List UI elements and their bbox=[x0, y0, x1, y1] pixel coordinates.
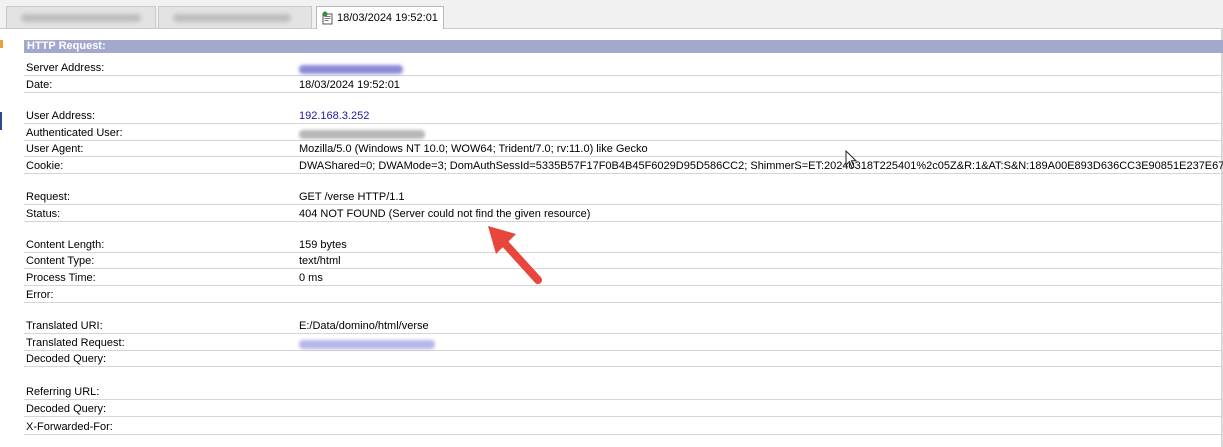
row-date: Date: 18/03/2024 19:52:01 bbox=[24, 77, 1223, 93]
field-value-redacted bbox=[299, 127, 425, 141]
row-process-time: Process Time: 0 ms bbox=[24, 270, 1223, 286]
field-label: Cookie: bbox=[26, 160, 64, 172]
row-decoded-query: Decoded Query: bbox=[24, 351, 1223, 367]
field-label: Decoded Query: bbox=[26, 403, 107, 415]
field-value: 0 ms bbox=[299, 272, 323, 284]
field-label: Request: bbox=[26, 191, 71, 203]
tab-redacted-2[interactable] bbox=[158, 6, 312, 28]
field-label: User Address: bbox=[26, 110, 96, 122]
field-label: Content Type: bbox=[26, 255, 95, 267]
row-content-type: Content Type: text/html bbox=[24, 253, 1223, 269]
tab-strip: 18/03/2024 19:52:01 ✕ bbox=[0, 0, 1223, 29]
tab-label: 18/03/2024 19:52:01 bbox=[337, 12, 438, 24]
field-label: Decoded Query: bbox=[26, 353, 107, 365]
field-label: Referring URL: bbox=[26, 386, 100, 398]
field-value: GET /verse HTTP/1.1 bbox=[299, 191, 405, 203]
field-label: Translated URI: bbox=[26, 320, 103, 332]
field-value-redacted bbox=[299, 337, 435, 351]
row-content-length: Content Length: 159 bytes bbox=[24, 237, 1223, 253]
row-server-address: Server Address: bbox=[24, 60, 1223, 76]
field-value: DWAShared=0; DWAMode=3; DomAuthSessId=53… bbox=[299, 160, 1223, 172]
field-value-status: 404 NOT FOUND (Server could not find the… bbox=[299, 208, 591, 220]
field-label: Error: bbox=[26, 289, 54, 301]
tab-redacted-1[interactable] bbox=[6, 6, 156, 28]
field-label: Authenticated User: bbox=[26, 127, 123, 139]
field-label: Date: bbox=[26, 79, 53, 91]
field-value-link[interactable]: 192.168.3.252 bbox=[299, 109, 369, 123]
mouse-cursor-icon bbox=[845, 150, 858, 169]
field-label: User Agent: bbox=[26, 143, 84, 155]
document-icon bbox=[321, 11, 335, 25]
field-label: Server Address: bbox=[26, 62, 105, 74]
row-user-address: User Address: 192.168.3.252 bbox=[24, 108, 1223, 124]
side-marker bbox=[0, 40, 3, 48]
field-value: text/html bbox=[299, 255, 341, 267]
field-value: 159 bytes bbox=[299, 239, 347, 251]
row-authenticated-user: Authenticated User: bbox=[24, 125, 1223, 141]
field-label: Content Length: bbox=[26, 239, 105, 251]
row-x-forwarded-for: X-Forwarded-For: bbox=[24, 419, 1223, 435]
field-value: E:/Data/domino/html/verse bbox=[299, 320, 429, 332]
field-label: Process Time: bbox=[26, 272, 96, 284]
field-value-redacted bbox=[299, 62, 403, 76]
annotation-arrow-icon bbox=[488, 226, 542, 284]
section-header-http-request: HTTP Request: bbox=[24, 40, 1223, 53]
row-error: Error: bbox=[24, 287, 1223, 303]
field-label: Translated Request: bbox=[26, 337, 125, 349]
field-label: X-Forwarded-For: bbox=[26, 421, 113, 433]
row-user-agent: User Agent: Mozilla/5.0 (Windows NT 10.0… bbox=[24, 141, 1223, 157]
field-value: Mozilla/5.0 (Windows NT 10.0; WOW64; Tri… bbox=[299, 143, 648, 155]
row-request: Request: GET /verse HTTP/1.1 bbox=[24, 189, 1223, 205]
row-cookie: Cookie: DWAShared=0; DWAMode=3; DomAuthS… bbox=[24, 158, 1223, 174]
row-translated-uri: Translated URI: E:/Data/domino/html/vers… bbox=[24, 318, 1223, 334]
row-status: Status: 404 NOT FOUND (Server could not … bbox=[24, 206, 1223, 222]
row-decoded-query: Decoded Query: bbox=[24, 401, 1223, 417]
tab-active-log-entry[interactable]: 18/03/2024 19:52:01 ✕ bbox=[316, 6, 444, 29]
row-referring-url: Referring URL: bbox=[24, 384, 1223, 400]
row-translated-request: Translated Request: bbox=[24, 335, 1223, 351]
field-label: Status: bbox=[26, 208, 61, 220]
side-marker bbox=[0, 112, 2, 130]
close-icon[interactable]: ✕ bbox=[442, 12, 443, 24]
field-value: 18/03/2024 19:52:01 bbox=[299, 79, 400, 91]
